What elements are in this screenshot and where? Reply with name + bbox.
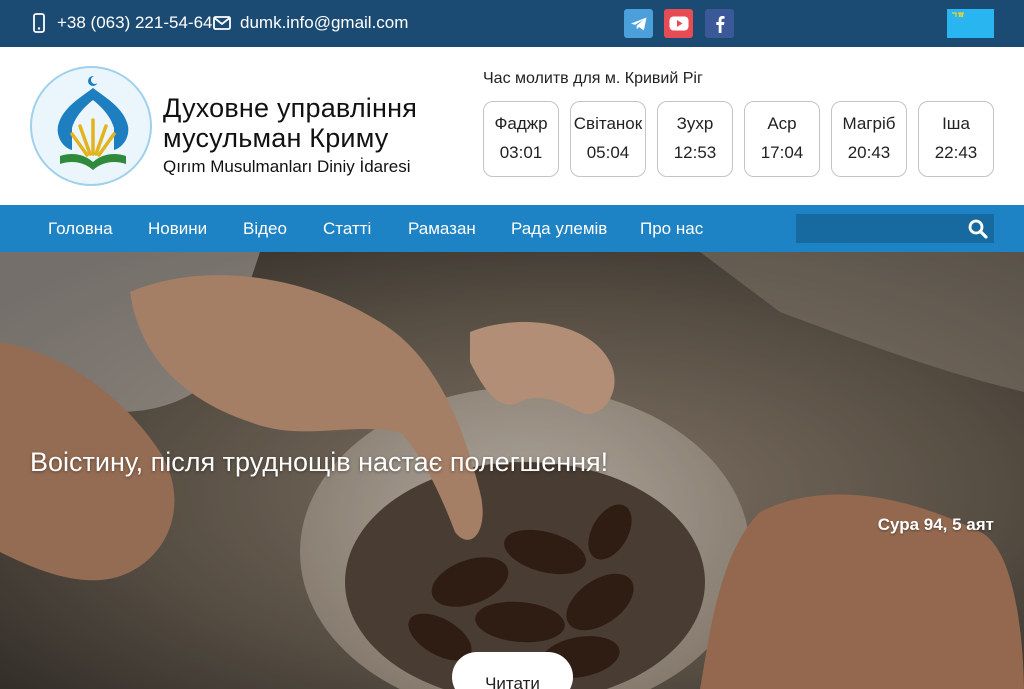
prayer-fajr: Фаджр 03:01 xyxy=(483,101,559,177)
youtube-icon xyxy=(669,16,688,31)
organization-name-line2: мусульман Криму xyxy=(163,123,389,153)
prayer-dhuhr: Зухр 12:53 xyxy=(657,101,733,177)
prayer-sunrise: Світанок 05:04 xyxy=(570,101,646,177)
logo-emblem-icon[interactable] xyxy=(30,66,152,186)
prayer-name: Аср xyxy=(767,114,797,133)
prayer-time: 05:04 xyxy=(586,143,630,162)
telegram-icon xyxy=(630,17,646,30)
organization-subtitle: Qırım Musulmanları Diniy İdaresi xyxy=(163,157,411,176)
nav-item-articles[interactable]: Статті xyxy=(323,219,371,239)
nav-item-ramadan[interactable]: Рамазан xyxy=(408,219,476,239)
facebook-link[interactable] xyxy=(705,9,734,38)
prayer-name: Магріб xyxy=(842,114,896,133)
nav-item-ulema-council[interactable]: Рада улемів xyxy=(511,219,607,239)
prayer-name: Світанок xyxy=(573,114,643,133)
nav-item-about[interactable]: Про нас xyxy=(640,219,703,239)
nav-item-news[interactable]: Новини xyxy=(148,219,207,239)
envelope-icon xyxy=(213,12,231,34)
prayer-time: 17:04 xyxy=(760,143,804,162)
nav-item-home[interactable]: Головна xyxy=(48,219,113,239)
prayer-asr: Аср 17:04 xyxy=(744,101,820,177)
main-navigation: Головна Новини Відео Статті Рамазан Рада… xyxy=(0,205,1024,252)
prayer-time: 20:43 xyxy=(847,143,891,162)
prayer-isha: Іша 22:43 xyxy=(918,101,994,177)
youtube-link[interactable] xyxy=(664,9,693,38)
prayer-time: 22:43 xyxy=(934,143,978,162)
prayer-name: Фаджр xyxy=(494,114,548,133)
nav-item-video[interactable]: Відео xyxy=(243,219,287,239)
hero-headline: Воістину, після труднощів настає полегше… xyxy=(30,447,609,477)
prayer-time: 12:53 xyxy=(673,143,717,162)
prayer-time: 03:01 xyxy=(499,143,543,162)
telegram-link[interactable] xyxy=(624,9,653,38)
organization-name: Духовне управління мусульман Криму xyxy=(163,93,417,153)
phone-contact[interactable]: +38 (063) 221-54-64 xyxy=(30,12,212,34)
prayer-name: Іша xyxy=(942,114,970,133)
search-input[interactable] xyxy=(796,214,960,243)
search-icon[interactable] xyxy=(968,219,988,239)
search-box xyxy=(796,214,994,243)
top-bar: +38 (063) 221-54-64 dumk.info@gmail.com xyxy=(0,0,1024,47)
organization-name-line1: Духовне управління xyxy=(163,93,418,123)
hero-banner: Воістину, після труднощів настає полегше… xyxy=(0,252,1024,689)
prayer-name: Зухр xyxy=(676,114,714,133)
prayer-times-title: Час молитв для м. Кривий Ріг xyxy=(483,70,703,87)
mobile-phone-icon xyxy=(30,12,48,34)
site-header: Духовне управління мусульман Криму Qırım… xyxy=(0,47,1024,205)
facebook-icon xyxy=(715,15,724,33)
hero-quote-source: Сура 94, 5 аят xyxy=(877,515,994,534)
phone-number: +38 (063) 221-54-64 xyxy=(57,13,213,32)
read-button[interactable]: Читати xyxy=(452,652,573,689)
email-contact[interactable]: dumk.info@gmail.com xyxy=(213,12,408,34)
email-address: dumk.info@gmail.com xyxy=(240,13,409,32)
prayer-maghrib: Магріб 20:43 xyxy=(831,101,907,177)
crimean-tatar-flag-icon[interactable] xyxy=(947,9,994,38)
